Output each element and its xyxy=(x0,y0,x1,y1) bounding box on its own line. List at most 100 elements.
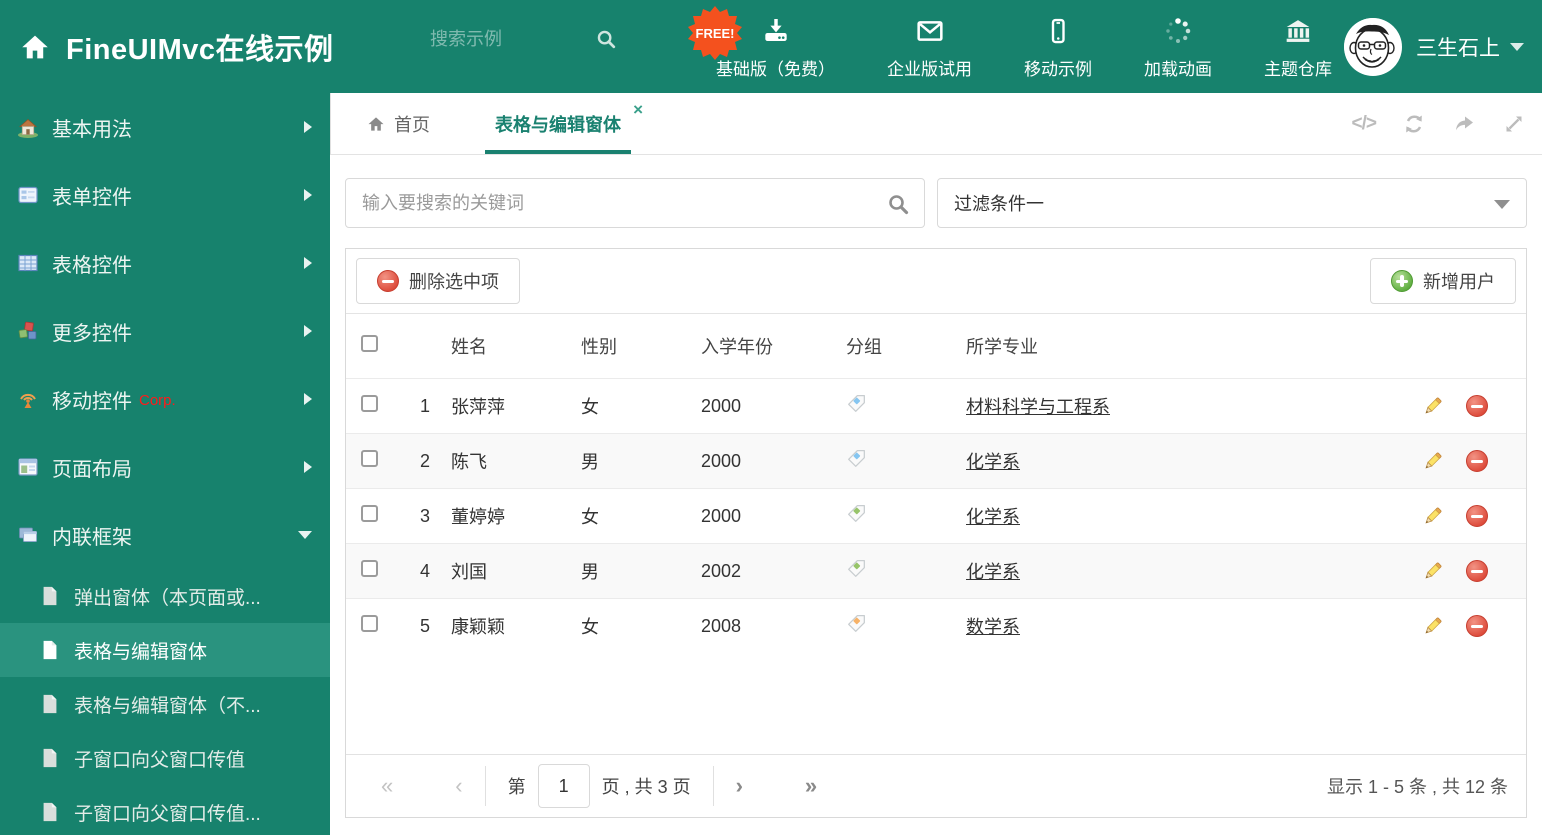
sidebar-subitem-grid-edit-window[interactable]: 表格与编辑窗体 xyxy=(0,623,330,677)
search-icon[interactable] xyxy=(886,192,910,216)
edit-pencil-icon[interactable] xyxy=(1421,560,1444,583)
sidebar-subitem-label: 子窗口向父窗口传值 xyxy=(74,749,246,771)
search-icon[interactable] xyxy=(595,28,617,50)
file-icon xyxy=(43,748,57,768)
sidebar-subitem-child-to-parent[interactable]: 子窗口向父窗口传值 xyxy=(0,731,330,785)
delete-row-icon[interactable] xyxy=(1466,560,1488,582)
sidebar-item-label: 更多控件 xyxy=(52,322,132,345)
column-header-year[interactable]: 入学年份 xyxy=(686,333,831,359)
delete-row-icon[interactable] xyxy=(1466,505,1488,527)
sidebar-item-label: 内联框架 xyxy=(52,526,132,549)
sidebar-subitem-label: 弹出窗体（本页面或... xyxy=(74,587,261,609)
source-code-icon[interactable]: </> xyxy=(1352,113,1378,135)
column-header-name[interactable]: 姓名 xyxy=(436,333,566,359)
free-badge-label: FREE! xyxy=(695,26,735,41)
brand[interactable]: FineUIMvc在线示例 xyxy=(18,26,334,68)
tag-icon xyxy=(848,615,865,632)
expand-icon[interactable] xyxy=(1502,112,1526,136)
antenna-icon xyxy=(20,393,36,408)
chevron-down-icon xyxy=(298,531,312,539)
header-search[interactable] xyxy=(430,28,645,50)
nav-item-enterprise-trial[interactable]: 企业版试用 xyxy=(861,0,998,93)
share-icon[interactable] xyxy=(1452,112,1476,136)
tab-grid-edit-window[interactable]: 表格与编辑窗体 × xyxy=(485,93,643,154)
nav-item-loading-animation[interactable]: 加载动画 xyxy=(1118,0,1238,93)
sidebar-item-inline-frame[interactable]: 内联框架 xyxy=(0,501,330,569)
delete-row-icon[interactable] xyxy=(1466,615,1488,637)
select-all-checkbox[interactable] xyxy=(361,335,378,352)
minus-circle-icon xyxy=(377,270,399,292)
column-header-major[interactable]: 所学专业 xyxy=(951,333,1396,359)
keyword-search[interactable] xyxy=(345,178,925,228)
page-suffix-label: 页 , 共 3 页 xyxy=(601,777,691,797)
add-user-button[interactable]: 新增用户 xyxy=(1370,258,1516,304)
row-index: 4 xyxy=(419,560,430,581)
app-header: FineUIMvc在线示例 FREE! 基础版（免费） 企业 xyxy=(0,0,1542,93)
cell-year: 2002 xyxy=(701,560,742,581)
sidebar-item-form-controls[interactable]: 表单控件 xyxy=(0,161,330,229)
chevron-right-icon xyxy=(304,325,312,337)
cell-gender: 女 xyxy=(581,397,599,417)
next-page-button[interactable]: › xyxy=(736,775,743,797)
close-icon[interactable]: × xyxy=(633,101,643,118)
sidebar-subitem-label: 表格与编辑窗体 xyxy=(74,641,208,663)
delete-row-icon[interactable] xyxy=(1466,395,1488,417)
filter-dropdown[interactable]: 过滤条件一 xyxy=(937,178,1527,228)
delete-row-icon[interactable] xyxy=(1466,450,1488,472)
sidebar-item-mobile-controls[interactable]: 移动控件 Corp. xyxy=(0,365,330,433)
edit-pencil-icon[interactable] xyxy=(1421,505,1444,528)
prev-page-button[interactable]: ‹ xyxy=(455,775,462,797)
envelope-icon xyxy=(913,13,947,47)
column-header-group[interactable]: 分组 xyxy=(831,333,951,359)
data-grid: 姓名 性别 入学年份 分组 所学专业 1 张萍萍 女 2000 材料科学与工程系 xyxy=(346,313,1526,653)
sidebar-item-more-controls[interactable]: 更多控件 xyxy=(0,297,330,365)
sidebar-subitem-child-to-parent-2[interactable]: 子窗口向父窗口传值... xyxy=(0,785,330,835)
major-link[interactable]: 材料科学与工程系 xyxy=(966,397,1110,417)
edit-pencil-icon[interactable] xyxy=(1421,450,1444,473)
corp-badge: Corp. xyxy=(139,392,176,409)
sidebar-subitem-grid-edit-window-2[interactable]: 表格与编辑窗体（不... xyxy=(0,677,330,731)
pager-divider xyxy=(712,766,714,806)
layout-icon xyxy=(18,458,38,476)
major-link[interactable]: 化学系 xyxy=(966,507,1020,527)
spinner-icon xyxy=(1162,13,1194,47)
nav-item-theme-store[interactable]: 主题仓库 xyxy=(1238,0,1358,93)
tag-icon xyxy=(848,450,865,467)
major-link[interactable]: 化学系 xyxy=(966,562,1020,582)
user-menu[interactable]: 三生石上 xyxy=(1344,0,1524,93)
cell-name: 董婷婷 xyxy=(451,507,505,527)
row-checkbox[interactable] xyxy=(361,505,378,522)
row-checkbox[interactable] xyxy=(361,450,378,467)
page-prefix-label: 第 xyxy=(507,777,526,797)
edit-pencil-icon[interactable] xyxy=(1421,615,1444,638)
app-window: FineUIMvc在线示例 FREE! 基础版（免费） 企业 xyxy=(0,0,1542,835)
refresh-icon[interactable] xyxy=(1402,112,1426,136)
cell-gender: 男 xyxy=(581,562,599,582)
major-link[interactable]: 化学系 xyxy=(966,452,1020,472)
first-page-button[interactable]: « xyxy=(381,775,393,797)
cell-year: 2008 xyxy=(701,615,742,636)
sidebar-item-page-layout[interactable]: 页面布局 xyxy=(0,433,330,501)
header-search-input[interactable] xyxy=(430,28,595,50)
sidebar-subitem-popup-window[interactable]: 弹出窗体（本页面或... xyxy=(0,569,330,623)
delete-selected-button[interactable]: 删除选中项 xyxy=(356,258,520,304)
sidebar-item-grid-controls[interactable]: 表格控件 xyxy=(0,229,330,297)
last-page-button[interactable]: » xyxy=(805,775,817,797)
keyword-search-input[interactable] xyxy=(346,192,866,214)
tag-icon xyxy=(848,395,865,412)
chevron-right-icon xyxy=(304,189,312,201)
app-title: FineUIMvc在线示例 xyxy=(66,33,334,66)
frames-icon xyxy=(19,527,37,542)
column-header-gender[interactable]: 性别 xyxy=(566,333,686,359)
edit-pencil-icon[interactable] xyxy=(1421,395,1444,418)
grid-empty-space xyxy=(346,653,1526,754)
major-link[interactable]: 数学系 xyxy=(966,617,1020,637)
nav-item-mobile-demo[interactable]: 移动示例 xyxy=(998,0,1118,93)
sidebar-item-basic-usage[interactable]: 基本用法 xyxy=(0,93,330,161)
tab-home[interactable]: 首页 xyxy=(356,93,440,154)
row-checkbox[interactable] xyxy=(361,560,378,577)
row-checkbox[interactable] xyxy=(361,395,378,412)
row-checkbox[interactable] xyxy=(361,615,378,632)
avatar[interactable] xyxy=(1344,17,1402,76)
page-input[interactable] xyxy=(537,764,590,808)
